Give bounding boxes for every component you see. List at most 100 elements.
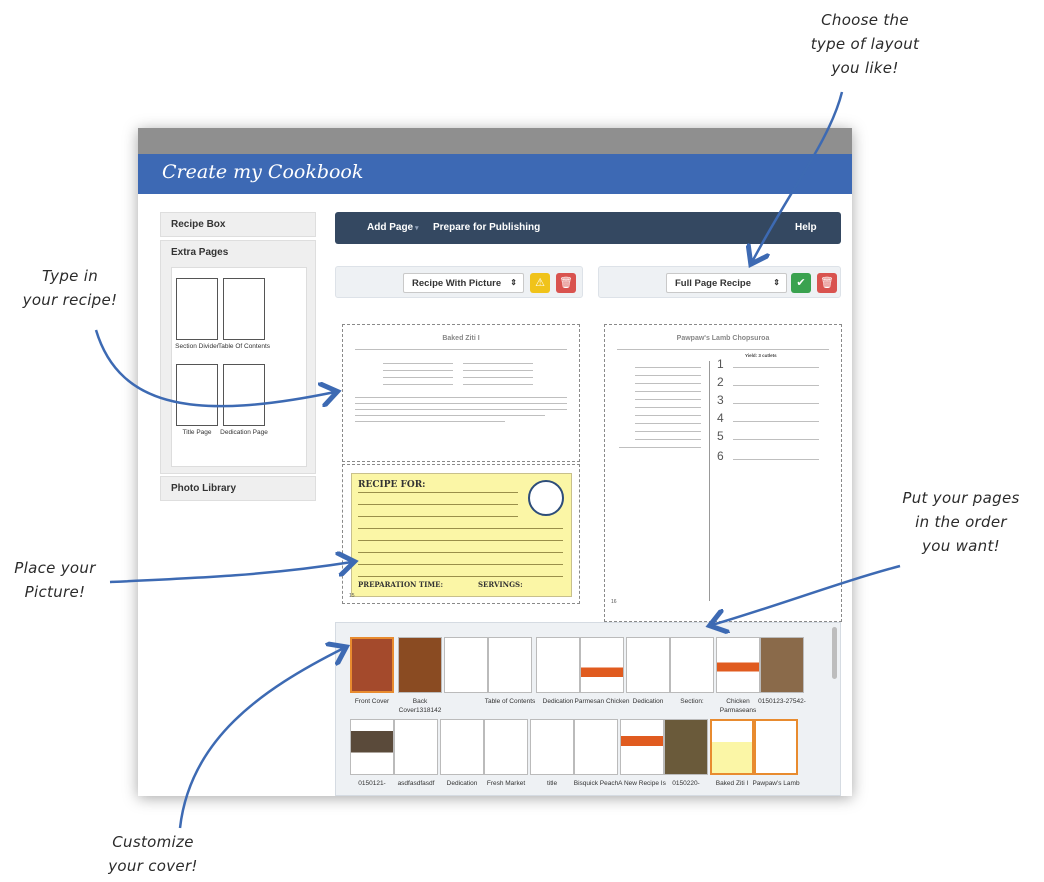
page-thumb-pawpaws-lamb[interactable]: [754, 719, 798, 775]
text-line: [635, 375, 701, 376]
text-line: [635, 439, 701, 440]
text-line: [635, 407, 701, 408]
select-arrows-icon: ⇕: [773, 278, 780, 287]
page-thumb-0150123[interactable]: [760, 637, 804, 693]
template-label: Dedication Page: [220, 429, 268, 436]
text-line: [635, 399, 701, 400]
text-line: [463, 363, 533, 364]
page-thumb-dedication-3[interactable]: [440, 719, 484, 775]
card-servings-label: SERVINGS:: [478, 580, 523, 589]
delete-button[interactable]: 🗑: [556, 273, 576, 293]
window-top-bar: [138, 128, 852, 154]
annotation-choose-layout: Choose the type of layout you like!: [810, 11, 920, 77]
extra-pages-label[interactable]: Extra Pages: [161, 241, 315, 266]
left-layout-value: Recipe With Picture: [412, 278, 502, 289]
step-number: 3: [717, 393, 724, 407]
right-page-yield: Yield: 3 cutlets: [745, 353, 777, 358]
text-line: [635, 423, 701, 424]
step-number: 1: [717, 357, 724, 371]
confirm-button[interactable]: ✔: [791, 273, 811, 293]
template-dedication-page[interactable]: [223, 364, 265, 426]
strip-scrollbar[interactable]: [832, 627, 837, 679]
help-menu[interactable]: Help: [795, 222, 817, 233]
page-thumb-table-of-contents[interactable]: [488, 637, 532, 693]
app-title: Create my Cookbook: [138, 154, 852, 194]
text-line: [355, 397, 567, 398]
card-line: [358, 552, 563, 553]
page-thumb-dedication[interactable]: [536, 637, 580, 693]
add-page-menu[interactable]: Add Page: [367, 222, 413, 233]
divider: [617, 349, 829, 350]
text-line: [463, 384, 533, 385]
cookbook-app-window: Create my Cookbook Recipe Box Extra Page…: [138, 128, 852, 796]
template-section-divider[interactable]: [176, 278, 218, 340]
text-line: [383, 370, 453, 371]
recipe-card-photo: RECIPE FOR: PREPARATION TIME: SERVINGS:: [351, 473, 572, 597]
right-page-full-recipe[interactable]: Pawpaw's Lamb Chopsuroa Yield: 3 cutlets…: [604, 324, 842, 622]
left-page-number: 15: [349, 593, 355, 599]
left-layout-select[interactable]: Recipe With Picture ⇕: [403, 273, 524, 293]
page-thumb-new-recipe[interactable]: [620, 719, 664, 775]
text-line: [635, 367, 701, 368]
text-line: [733, 459, 819, 460]
template-grid: Section Divider Table Of Contents Title …: [171, 267, 307, 467]
page-thumb-front-cover[interactable]: [350, 637, 394, 693]
select-arrows-icon: ⇕: [510, 278, 517, 287]
template-label: Table Of Contents: [217, 343, 271, 350]
page-thumb-label: Pawpaw's Lamb: [752, 780, 800, 787]
text-line: [635, 391, 701, 392]
right-layout-value: Full Page Recipe: [675, 278, 752, 289]
step-number: 5: [717, 429, 724, 443]
sidebar-extra-pages: Extra Pages Section Divider Table Of Con…: [160, 240, 316, 474]
left-page-picture[interactable]: RECIPE FOR: PREPARATION TIME: SERVINGS: …: [342, 464, 580, 604]
card-line: [358, 564, 563, 565]
recipe-box-label: Recipe Box: [171, 219, 226, 230]
stage: Choose the type of layout you like! Type…: [0, 0, 1044, 882]
page-thumb-baked-ziti[interactable]: [710, 719, 754, 775]
sidebar-recipe-box[interactable]: Recipe Box: [160, 212, 316, 237]
main-navbar: Add Page ▾ Prepare for Publishing Help: [335, 212, 841, 244]
page-thumb-bisquick-peach[interactable]: [574, 719, 618, 775]
step-number: 6: [717, 449, 724, 463]
delete-button[interactable]: 🗑: [817, 273, 837, 293]
page-order-strip: Front Cover Back Cover1318142 Table of C…: [335, 622, 841, 796]
card-line: [358, 516, 518, 517]
page-thumb-chicken-parmaseans[interactable]: [716, 637, 760, 693]
card-line: [358, 540, 563, 541]
warning-button[interactable]: ⚠: [530, 273, 550, 293]
text-line: [355, 403, 567, 404]
card-line: [358, 492, 518, 493]
page-thumb-title[interactable]: [530, 719, 574, 775]
right-page-title: Pawpaw's Lamb Chopsuroa: [676, 335, 770, 342]
card-line: [358, 504, 518, 505]
annotation-type-recipe: Type in your recipe!: [22, 267, 118, 309]
text-line: [463, 370, 533, 371]
page-thumb-fresh-market[interactable]: [484, 719, 528, 775]
template-table-of-contents[interactable]: [223, 278, 265, 340]
text-line: [635, 383, 701, 384]
template-title-page[interactable]: [176, 364, 218, 426]
page-thumb-blank[interactable]: [444, 637, 488, 693]
page-thumb-section[interactable]: [670, 637, 714, 693]
prepare-publishing-menu[interactable]: Prepare for Publishing: [433, 222, 540, 233]
page-thumb-dedication-2[interactable]: [626, 637, 670, 693]
card-line: [358, 576, 563, 577]
right-layout-select[interactable]: Full Page Recipe ⇕: [666, 273, 787, 293]
left-page-recipe-text[interactable]: Baked Ziti I: [342, 324, 580, 462]
text-line: [463, 377, 533, 378]
page-thumb-0150220[interactable]: [664, 719, 708, 775]
left-page-controls: Recipe With Picture ⇕ ⚠ 🗑: [335, 266, 583, 298]
page-thumb-parmesan-chicken[interactable]: [580, 637, 624, 693]
text-line: [733, 439, 819, 440]
text-line: [383, 377, 453, 378]
text-line: [635, 415, 701, 416]
divider: [355, 349, 567, 350]
page-thumb-asdf[interactable]: [394, 719, 438, 775]
text-line: [635, 431, 701, 432]
card-logo-icon: [528, 480, 564, 516]
annotation-customize-cover: Customize your cover!: [108, 833, 198, 875]
sidebar-photo-library[interactable]: Photo Library: [160, 476, 316, 501]
page-thumb-back-cover[interactable]: [398, 637, 442, 693]
page-thumb-0150121[interactable]: [350, 719, 394, 775]
chevron-down-icon: ▾: [415, 225, 419, 232]
